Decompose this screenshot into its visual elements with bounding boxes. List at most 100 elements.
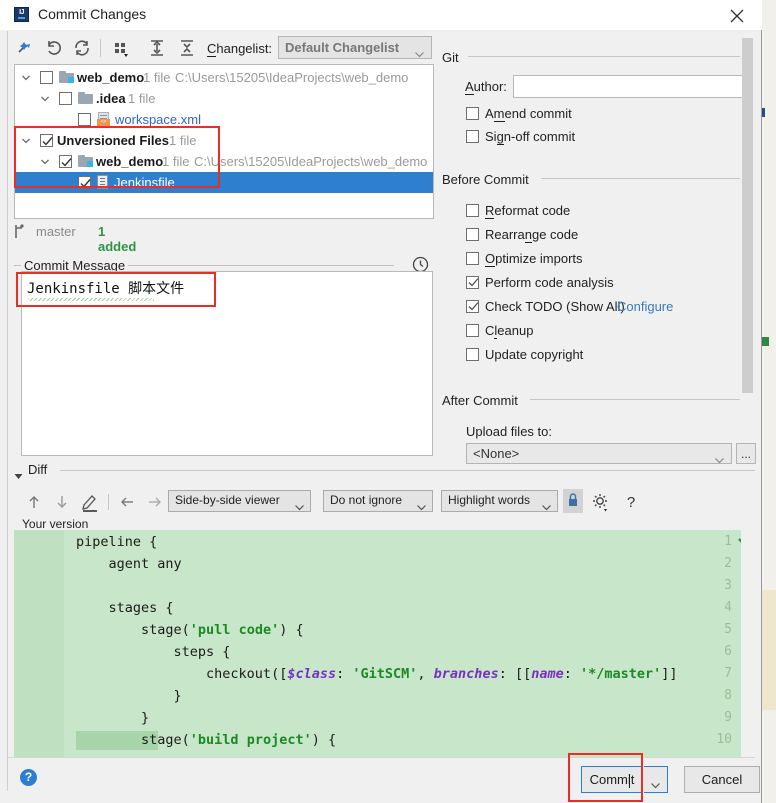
- chevron-down-icon: [715, 452, 724, 467]
- checkbox[interactable]: [40, 71, 53, 84]
- code-line: agent any: [76, 556, 182, 572]
- svg-text:?: ?: [627, 494, 635, 511]
- table-row[interactable]: <> workspace.xml: [15, 109, 433, 130]
- chevron-down-icon: [415, 46, 424, 61]
- changes-tree[interactable]: web_demo 1 file C:\Users\15205\IdeaProje…: [14, 64, 434, 219]
- expand-all-icon[interactable]: [145, 36, 169, 60]
- node-label: .idea: [96, 91, 126, 106]
- highlight-mode-dropdown[interactable]: Highlight words: [441, 490, 558, 512]
- cleanup-label: Cleanup: [485, 323, 534, 339]
- signoff-commit-checkbox[interactable]: [466, 130, 479, 143]
- code-text: :: [336, 666, 353, 682]
- table-row[interactable]: .idea 1 file: [15, 88, 433, 109]
- line-number: 6: [724, 644, 732, 659]
- chevron-down-icon[interactable]: [21, 73, 33, 85]
- git-panel-scrollbar[interactable]: [742, 38, 753, 418]
- help-icon[interactable]: ?: [20, 769, 37, 786]
- upload-browse-button[interactable]: ...: [736, 443, 756, 464]
- upload-files-dropdown[interactable]: <None>: [466, 443, 732, 464]
- configure-link[interactable]: Configure: [617, 299, 673, 314]
- your-version-label: Your version: [22, 517, 89, 531]
- collapse-all-icon[interactable]: [175, 36, 199, 60]
- close-icon[interactable]: [726, 5, 748, 27]
- highlight-mode-value: Highlight words: [448, 493, 531, 507]
- changelist-label: Changelist:: [207, 41, 273, 57]
- table-row[interactable]: web_demo 1 file C:\Users\15205\IdeaProje…: [15, 67, 433, 88]
- gear-icon[interactable]: [589, 490, 613, 514]
- code-text: }: [76, 710, 150, 726]
- revert-icon[interactable]: [42, 36, 66, 60]
- node-label: web_demo: [96, 154, 164, 169]
- commit-options-button[interactable]: [644, 766, 668, 793]
- checkbox[interactable]: [78, 113, 91, 126]
- chevron-down-icon: [542, 499, 551, 514]
- edit-icon[interactable]: [78, 490, 102, 514]
- line-number: 8: [724, 688, 732, 703]
- node-meta: 1 file: [162, 154, 190, 169]
- line-number: 10: [716, 732, 732, 747]
- commit-button-label: Commit: [589, 772, 635, 787]
- dialog-title: Commit Changes: [38, 6, 147, 22]
- author-field[interactable]: [513, 75, 753, 98]
- help-label: ?: [24, 770, 33, 784]
- refresh-icon[interactable]: [70, 36, 94, 60]
- folder-modified-icon: [78, 155, 93, 167]
- folder-icon: [78, 92, 93, 104]
- ignore-mode-dropdown[interactable]: Do not ignore: [323, 490, 433, 512]
- checkbox[interactable]: [78, 176, 91, 189]
- commit-button[interactable]: Commit: [581, 766, 643, 793]
- code-line: pipeline {: [76, 534, 157, 550]
- perform-code-analysis-checkbox[interactable]: [466, 276, 479, 289]
- before-commit-section-title: Before Commit: [442, 172, 529, 187]
- changelist-value: Default Changelist: [285, 40, 400, 55]
- reformat-code-label: Reformat code: [485, 203, 571, 219]
- section-divider: [541, 178, 740, 179]
- next-difference-icon[interactable]: [50, 490, 74, 514]
- lock-icon[interactable]: [563, 489, 583, 513]
- show-diff-icon[interactable]: [14, 36, 38, 60]
- intellij-idea-icon: IJ: [14, 7, 29, 22]
- table-row[interactable]: Unversioned Files 1 file: [15, 130, 433, 151]
- group-by-icon[interactable]: [109, 36, 133, 60]
- prev-difference-icon[interactable]: [22, 490, 46, 514]
- accept-left-icon[interactable]: [115, 490, 139, 514]
- changelist-dropdown[interactable]: Default Changelist: [278, 36, 432, 59]
- checkbox[interactable]: [59, 155, 72, 168]
- line-number: 5: [724, 622, 732, 637]
- code-line: stage('build project') {: [76, 732, 336, 748]
- table-row[interactable]: Jenkinsfile: [15, 172, 433, 193]
- optimize-imports-checkbox[interactable]: [466, 252, 479, 265]
- rearrange-code-label: Rearrange code: [485, 227, 579, 243]
- check-todo-checkbox[interactable]: [466, 300, 479, 313]
- update-copyright-checkbox[interactable]: [466, 348, 479, 361]
- commit-message-input[interactable]: Jenkinsfile 脚本文件: [21, 271, 433, 456]
- branch-icon: [14, 224, 26, 239]
- app-icon-text: IJ: [19, 9, 24, 16]
- editor-right-margin: [741, 530, 755, 757]
- chevron-down-icon[interactable]: [40, 94, 52, 106]
- reformat-code-checkbox[interactable]: [466, 204, 479, 217]
- chevron-down-icon[interactable]: [21, 136, 33, 148]
- cleanup-checkbox[interactable]: [466, 324, 479, 337]
- rearrange-code-checkbox[interactable]: [466, 228, 479, 241]
- viewer-mode-dropdown[interactable]: Side-by-side viewer: [168, 490, 311, 512]
- code-line: steps {: [76, 644, 231, 660]
- diff-code-editor[interactable]: 1 2 3 4 5 6 7 8 9 10 pipeline { agent an…: [14, 530, 741, 757]
- scrollbar-thumb[interactable]: [742, 38, 753, 393]
- question-mark-icon[interactable]: ?: [619, 490, 643, 514]
- code-text: ) {: [279, 622, 304, 638]
- amend-commit-checkbox[interactable]: [466, 107, 479, 120]
- code-line: }: [76, 688, 182, 704]
- checkbox[interactable]: [40, 134, 53, 147]
- cancel-button[interactable]: Cancel: [684, 766, 760, 793]
- accept-right-icon[interactable]: [143, 490, 167, 514]
- line-number: 2: [724, 556, 732, 571]
- dialog-left-edge: [7, 31, 8, 791]
- author-label: Author:: [465, 79, 507, 95]
- code-text: pipeline {: [76, 534, 158, 550]
- code-text: ) {: [311, 732, 337, 748]
- checkbox[interactable]: [59, 92, 72, 105]
- chevron-down-icon[interactable]: [40, 157, 52, 169]
- diff-section-label: Diff: [28, 462, 48, 477]
- table-row[interactable]: web_demo 1 file C:\Users\15205\IdeaProje…: [15, 151, 433, 172]
